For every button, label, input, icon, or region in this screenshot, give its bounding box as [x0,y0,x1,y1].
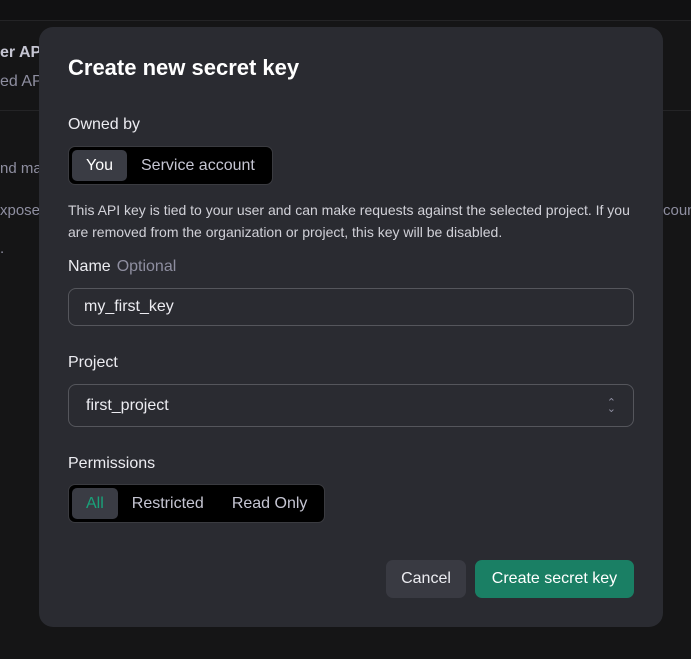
owned-by-toggle: You Service account [68,146,273,185]
project-select-value: first_project [86,396,169,414]
permissions-label: Permissions [68,455,156,472]
permission-option-restricted[interactable]: Restricted [118,488,218,519]
background-text: nd ma [0,160,42,177]
background-heading: er AP [0,44,42,61]
optional-hint: Optional [116,258,177,275]
name-label: Name Optional [68,258,176,276]
owner-option-service-account[interactable]: Service account [127,150,269,181]
background-text: coun [663,202,691,219]
permission-option-read-only[interactable]: Read Only [218,488,322,519]
name-input[interactable]: my_first_key [68,288,634,326]
permissions-toggle: All Restricted Read Only [68,484,326,523]
name-label-text: Name [68,258,111,275]
project-select[interactable]: first_project ⌃ ⌄ [68,384,634,427]
page-top-bar [0,0,691,21]
owner-description: This API key is tied to your user and ca… [68,202,630,240]
chevron-up-down-icon: ⌃ ⌄ [606,396,616,415]
cancel-button[interactable]: Cancel [386,560,466,598]
background-text: . [0,240,5,257]
permission-option-all[interactable]: All [72,488,118,519]
project-label: Project [68,354,118,371]
name-input-value: my_first_key [84,298,174,315]
background-text: ed AP [0,73,43,90]
create-secret-key-button[interactable]: Create secret key [475,560,634,598]
dialog-title: Create new secret key [68,55,300,80]
owner-option-you[interactable]: You [72,150,127,181]
owned-by-label: Owned by [68,116,141,133]
background-text: xpose [0,202,41,219]
create-secret-key-dialog: Create new secret key Owned by You Servi… [39,27,663,627]
